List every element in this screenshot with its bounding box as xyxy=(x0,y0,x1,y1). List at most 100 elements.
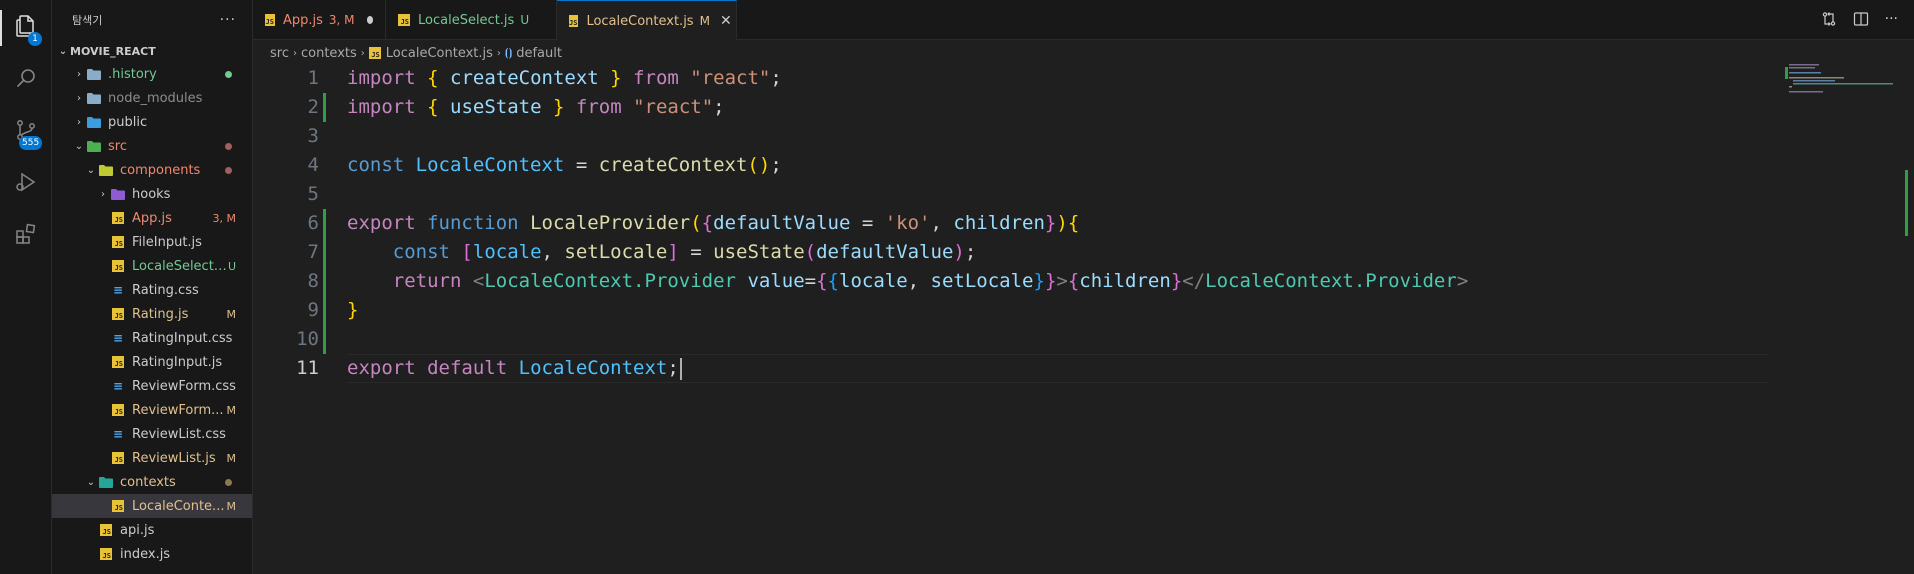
file-item[interactable]: JS api.js xyxy=(52,518,252,542)
line-number: 10 xyxy=(296,328,319,350)
code-token: { xyxy=(816,270,828,292)
js-file-icon: JS xyxy=(110,307,126,321)
file-item[interactable]: JS RatingInput.js xyxy=(52,350,252,374)
breadcrumb-item[interactable]: src xyxy=(270,46,289,61)
code-line[interactable]: 10 xyxy=(253,325,1783,354)
code-line[interactable]: 3 xyxy=(253,122,1783,151)
code-token: function xyxy=(427,212,519,234)
code-editor[interactable]: 1 import { createContext } from "react"; 2… xyxy=(253,62,1783,574)
js-file-icon: JS xyxy=(98,523,114,537)
folder-item[interactable]: › .history xyxy=(52,62,252,86)
unsaved-dot-icon[interactable] xyxy=(366,16,373,24)
code-line[interactable]: 7 const [locale, setLocale] = useState(d… xyxy=(253,238,1783,267)
breadcrumb-item[interactable]: contexts xyxy=(301,46,357,61)
file-item[interactable]: JS ReviewForm... M xyxy=(52,398,252,422)
gutter-added-marker[interactable] xyxy=(323,93,326,122)
vertical-scrollbar[interactable] xyxy=(1903,62,1914,574)
activity-explorer[interactable]: 1 xyxy=(0,4,51,52)
workspace-root[interactable]: ⌄ MOVIE_REACT xyxy=(52,40,252,62)
code-line[interactable]: 6 export function LocaleProvider({default… xyxy=(253,209,1783,238)
code-token: [ xyxy=(461,241,473,263)
file-item[interactable]: JS App.js 3, M xyxy=(52,206,252,230)
compare-changes-icon[interactable] xyxy=(1821,11,1837,31)
js-file-icon: JS xyxy=(569,15,579,27)
folder-item[interactable]: ⌄ contexts xyxy=(52,470,252,494)
code-line[interactable]: 8 return <LocaleContext.Provider value={… xyxy=(253,267,1783,296)
explorer-title: 탐색기 xyxy=(72,14,103,27)
gutter-added-marker[interactable] xyxy=(323,238,326,267)
tab-localecontext-js[interactable]: JS LocaleContext.js M ✕ xyxy=(557,0,737,41)
explorer-badge: 1 xyxy=(28,32,42,46)
code-token: ] xyxy=(667,241,679,263)
tab-localeselect-js[interactable]: JS LocaleSelect.js U xyxy=(386,0,557,40)
more-actions-icon[interactable]: ··· xyxy=(1885,11,1898,31)
gutter-added-marker[interactable] xyxy=(323,296,326,325)
code-line[interactable]: 9} xyxy=(253,296,1783,325)
file-item[interactable]: JS index.js xyxy=(52,542,252,566)
activity-search[interactable] xyxy=(0,56,51,104)
folder-item[interactable]: › public xyxy=(52,110,252,134)
code-token: from xyxy=(575,96,622,118)
git-status-badge: M xyxy=(226,403,237,417)
explorer-sidebar: 탐색기 ··· ⌄ MOVIE_REACT › .history › node_mod… xyxy=(52,0,253,574)
activity-extensions[interactable] xyxy=(0,212,51,260)
code-token: ( xyxy=(690,212,702,234)
folder-item[interactable]: ⌄ components xyxy=(52,158,252,182)
chevron-right-icon: › xyxy=(77,92,81,104)
file-name: api.js xyxy=(120,522,155,538)
code-token: import xyxy=(347,67,416,89)
code-line[interactable]: 1 import { createContext } from "react"; xyxy=(253,64,1783,93)
file-item[interactable]: JS ReviewList.js M xyxy=(52,446,252,470)
code-token: } xyxy=(1033,270,1045,292)
code-token: locale xyxy=(472,241,542,263)
tab-app-js[interactable]: JS App.js 3, M xyxy=(253,0,386,40)
folder-item[interactable]: ⌄ src xyxy=(52,134,252,158)
code-token: ; xyxy=(770,154,782,176)
file-item[interactable]: ≡ Rating.css xyxy=(52,278,252,302)
code-token: } xyxy=(610,67,622,89)
file-item[interactable]: JS Rating.js M xyxy=(52,302,252,326)
code-text: export default LocaleContext; xyxy=(347,354,682,383)
code-token: = xyxy=(804,270,817,292)
js-file-icon: JS xyxy=(110,451,126,465)
code-line[interactable]: 2 import { useState } from "react"; xyxy=(253,93,1783,122)
minimap[interactable] xyxy=(1785,62,1900,182)
gutter-added-marker[interactable] xyxy=(323,267,326,296)
file-item[interactable]: JS LocaleConte... M xyxy=(52,494,252,518)
code-line[interactable]: 4 const LocaleContext = createContext(); xyxy=(253,151,1783,180)
git-status-badge: M xyxy=(226,451,237,465)
file-name: hooks xyxy=(132,186,171,202)
code-token: = xyxy=(850,212,885,234)
more-actions-icon[interactable]: ··· xyxy=(220,12,236,28)
file-item[interactable]: ≡ ReviewForm.css xyxy=(52,374,252,398)
file-item[interactable]: ≡ RatingInput.css xyxy=(52,326,252,350)
code-token: } xyxy=(1044,212,1057,234)
tab-label: LocaleContext.js xyxy=(586,13,694,29)
code-line[interactable]: 5 xyxy=(253,180,1783,209)
breadcrumb-item[interactable]: default xyxy=(516,46,562,61)
code-token: = xyxy=(678,241,714,263)
file-item[interactable]: JS FileInput.js xyxy=(52,230,252,254)
file-name: index.js xyxy=(120,546,171,562)
file-item[interactable]: ≡ ReviewList.css xyxy=(52,422,252,446)
split-editor-icon[interactable] xyxy=(1853,11,1869,31)
code-token: ; xyxy=(964,241,977,263)
code-line[interactable]: 11 export default LocaleContext; xyxy=(253,354,1783,383)
git-status-badge: M xyxy=(226,307,237,321)
code-token: ; xyxy=(713,96,725,118)
folder-item[interactable]: › node_modules xyxy=(52,86,252,110)
activity-run-debug[interactable] xyxy=(0,160,51,208)
close-icon[interactable]: ✕ xyxy=(720,13,732,29)
gutter-added-marker[interactable] xyxy=(323,209,326,238)
folder-item[interactable]: › hooks xyxy=(52,182,252,206)
gutter-added-marker[interactable] xyxy=(323,325,326,354)
file-item[interactable]: JS LocaleSelect.js U xyxy=(52,254,252,278)
activity-source-control[interactable]: 555 xyxy=(0,108,51,156)
breadcrumb-item[interactable]: LocaleContext.js xyxy=(386,46,493,61)
